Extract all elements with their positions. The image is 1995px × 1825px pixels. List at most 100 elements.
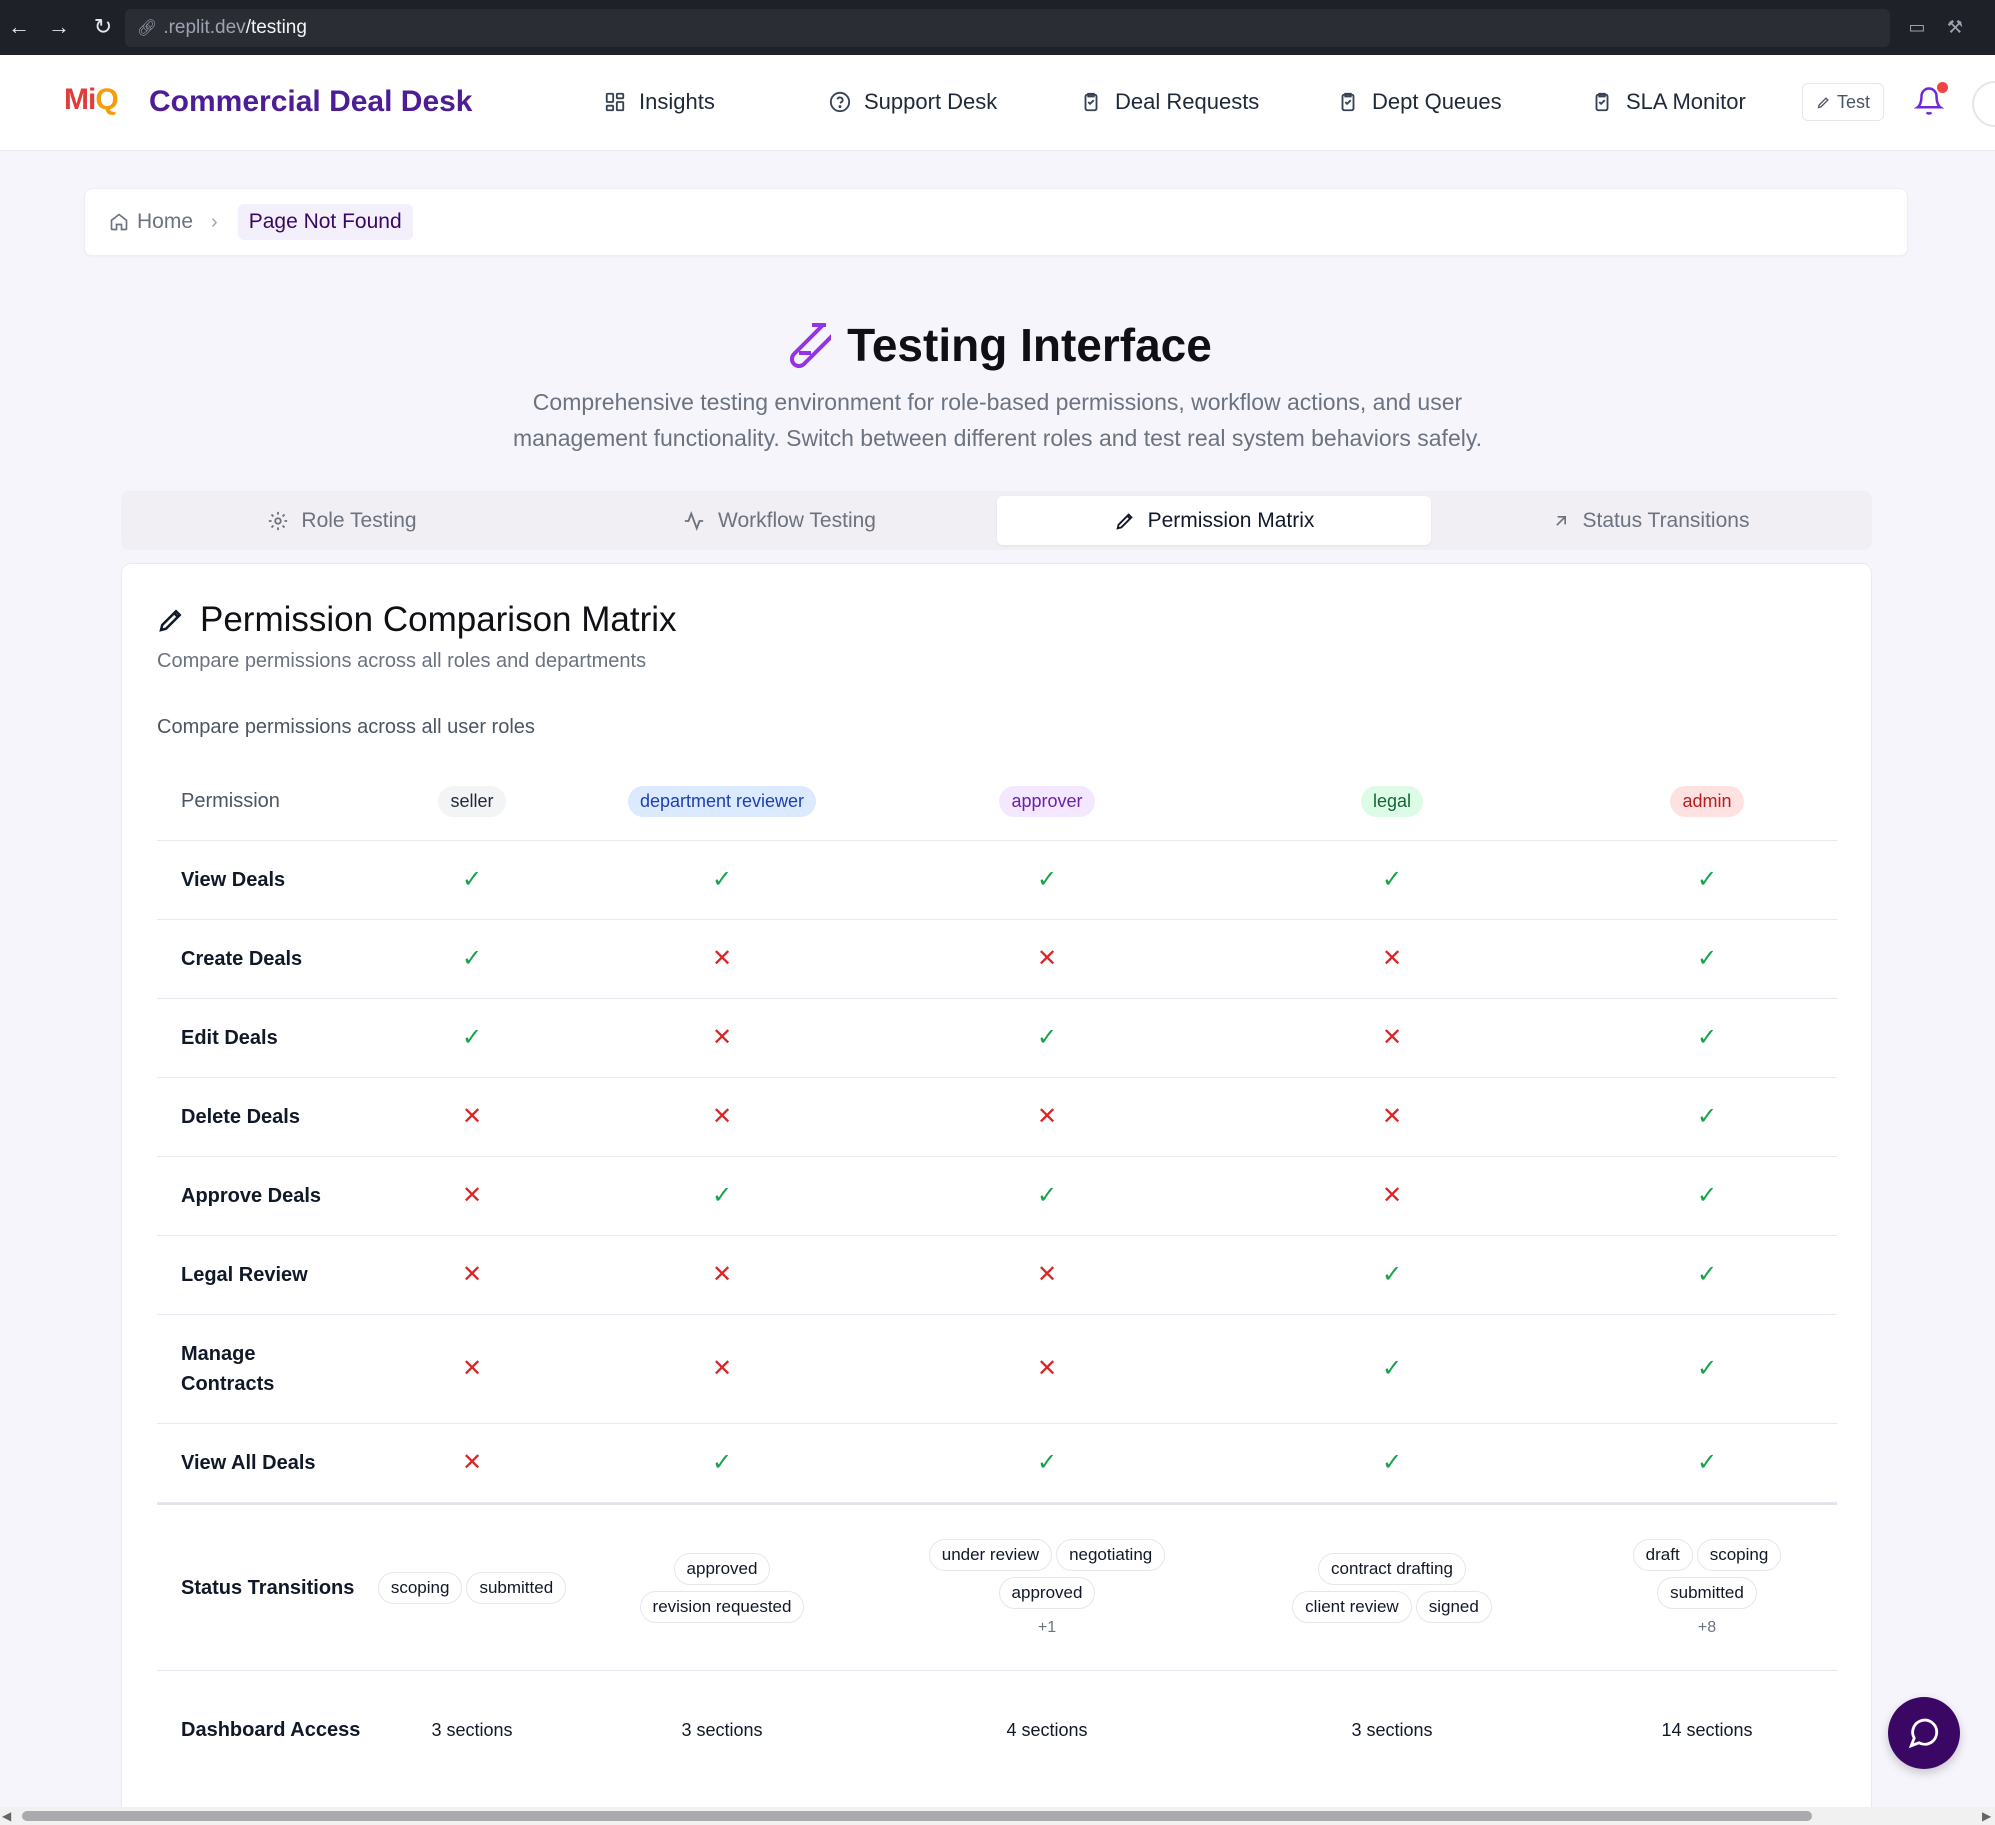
- tab-status-transitions[interactable]: Status Transitions: [1434, 496, 1866, 545]
- scrollbar-thumb[interactable]: [22, 1811, 1812, 1821]
- permission-cell: ✕: [607, 1236, 837, 1314]
- breadcrumb: Home › Page Not Found: [84, 188, 1908, 256]
- tab-permission-matrix[interactable]: Permission Matrix: [997, 496, 1431, 545]
- check-icon: ✓: [1381, 866, 1403, 893]
- role-badge-department-reviewer: department reviewer: [627, 785, 817, 817]
- breadcrumb-home-label: Home: [137, 210, 194, 233]
- address-bar[interactable]: 🔗︎ .replit.dev/testing: [125, 9, 1890, 47]
- x-icon: ✕: [711, 1103, 733, 1130]
- permission-cell: ✕: [607, 1078, 837, 1156]
- x-icon: ✕: [1381, 1182, 1403, 1209]
- role-badge-seller: seller: [438, 785, 506, 817]
- permission-cell: ✓: [1587, 1424, 1827, 1502]
- permission-cell: ✓: [1587, 1157, 1827, 1235]
- test-button[interactable]: Test: [1802, 83, 1884, 121]
- permission-cell: ✕: [607, 1315, 837, 1423]
- reload-icon[interactable]: ↻: [88, 12, 118, 42]
- check-icon: ✓: [1381, 1355, 1403, 1382]
- x-icon: ✕: [461, 1449, 483, 1476]
- tab-workflow-testing[interactable]: Workflow Testing: [563, 496, 995, 545]
- check-icon: ✓: [1036, 1024, 1058, 1051]
- more-count: +8: [1697, 1618, 1717, 1636]
- check-icon: ✓: [1696, 945, 1718, 972]
- miq-logo[interactable]: MiQ: [64, 83, 119, 117]
- role-badge-admin: admin: [1670, 785, 1744, 817]
- table-row: Edit Deals ✓ ✕ ✓ ✕ ✓: [157, 999, 1837, 1078]
- table-row: Approve Deals ✕ ✓ ✓ ✕ ✓: [157, 1157, 1837, 1236]
- permission-label: Approve Deals: [181, 1185, 322, 1207]
- gear-icon: [269, 511, 288, 530]
- card-title-text: Permission Comparison Matrix: [200, 600, 677, 639]
- devices-icon[interactable]: ▭: [1904, 14, 1930, 40]
- nav-insights[interactable]: Insights: [603, 89, 715, 115]
- status-chip: scoping: [1696, 1538, 1782, 1571]
- status-chip: draft: [1632, 1538, 1693, 1571]
- home-icon: [110, 213, 128, 231]
- test-button-label: Test: [1836, 91, 1870, 112]
- tab-role-testing-label: Role Testing: [301, 508, 417, 532]
- permission-cell: ✓: [377, 920, 567, 998]
- status-chip-list: contract drafting client review signed: [1272, 1552, 1512, 1623]
- permission-cell: ✓: [1272, 1424, 1512, 1502]
- more-count: +1: [1037, 1618, 1057, 1636]
- permission-matrix-table: Permission seller department reviewer ap…: [157, 762, 1837, 1789]
- wrench-icon[interactable]: ⚒: [1942, 14, 1968, 40]
- status-chip: signed: [1415, 1590, 1492, 1623]
- permission-label: View Deals: [181, 869, 286, 891]
- nav-deal-requests[interactable]: Deal Requests: [1079, 89, 1259, 115]
- check-icon: ✓: [711, 866, 733, 893]
- permission-cell: ✕: [377, 1315, 567, 1423]
- dashboard-access-label: Dashboard Access: [181, 1719, 361, 1741]
- status-chip: client review: [1292, 1590, 1412, 1623]
- permission-label: Manage Contracts: [181, 1343, 275, 1395]
- permission-cell: ✕: [922, 1236, 1172, 1314]
- status-cell: approved revision requested: [607, 1505, 837, 1670]
- back-arrow-icon[interactable]: ←: [4, 12, 34, 42]
- permission-cell: ✓: [377, 841, 567, 919]
- column-header-approver: approver: [922, 762, 1172, 840]
- status-chip-list: scoping submitted: [377, 1571, 567, 1604]
- table-row: Delete Deals ✕ ✕ ✕ ✕ ✓: [157, 1078, 1837, 1157]
- horizontal-scrollbar[interactable]: [0, 1807, 1995, 1825]
- permission-cell: ✓: [1272, 841, 1512, 919]
- scroll-left-arrow-icon[interactable]: ◀: [2, 1809, 11, 1823]
- chat-button[interactable]: [1888, 1697, 1960, 1769]
- x-icon: ✕: [711, 945, 733, 972]
- check-icon: ✓: [1696, 1024, 1718, 1051]
- permission-cell: ✓: [922, 1157, 1172, 1235]
- permission-cell: ✕: [1272, 1078, 1512, 1156]
- arrow-up-right-icon: [1555, 515, 1566, 526]
- avatar[interactable]: [1972, 81, 1995, 127]
- status-chip: approved: [998, 1576, 1096, 1609]
- nav-sla-monitor[interactable]: SLA Monitor: [1590, 89, 1746, 115]
- app-header: MiQ Commercial Deal Desk Insights Suppor…: [0, 55, 1995, 151]
- status-chip: contract drafting: [1318, 1552, 1466, 1585]
- permission-cell: ✓: [1587, 1236, 1827, 1314]
- page-description: Comprehensive testing environment for ro…: [512, 389, 1483, 451]
- app-title[interactable]: Commercial Deal Desk: [149, 85, 473, 119]
- tab-role-testing[interactable]: Role Testing: [126, 496, 558, 545]
- column-header-legal: legal: [1272, 762, 1512, 840]
- x-icon: ✕: [1036, 1261, 1058, 1288]
- status-chip-list: draft scoping submitted: [1587, 1538, 1827, 1609]
- check-icon: ✓: [1036, 1182, 1058, 1209]
- pencil-icon: [1817, 96, 1829, 108]
- nav-support-desk[interactable]: Support Desk: [828, 89, 997, 115]
- permission-label: View All Deals: [181, 1452, 316, 1474]
- table-header-row: Permission seller department reviewer ap…: [157, 762, 1837, 841]
- permission-cell: ✕: [922, 920, 1172, 998]
- card-title: Permission Comparison Matrix: [156, 600, 677, 640]
- status-transitions-label: Status Transitions: [181, 1576, 355, 1599]
- help-circle-icon: [828, 90, 852, 114]
- breadcrumb-home[interactable]: Home: [109, 210, 193, 234]
- sections-count: 3 sections: [1351, 1719, 1433, 1740]
- x-icon: ✕: [461, 1182, 483, 1209]
- forward-arrow-icon[interactable]: →: [44, 12, 74, 42]
- column-header-seller: seller: [377, 762, 567, 840]
- nav-dept-queues[interactable]: Dept Queues: [1336, 89, 1502, 115]
- nav-support-desk-label: Support Desk: [864, 89, 998, 114]
- permission-cell: ✕: [607, 920, 837, 998]
- permission-cell: ✓: [607, 1157, 837, 1235]
- clipboard-icon: [1079, 90, 1103, 114]
- scroll-right-arrow-icon[interactable]: ▶: [1982, 1809, 1991, 1823]
